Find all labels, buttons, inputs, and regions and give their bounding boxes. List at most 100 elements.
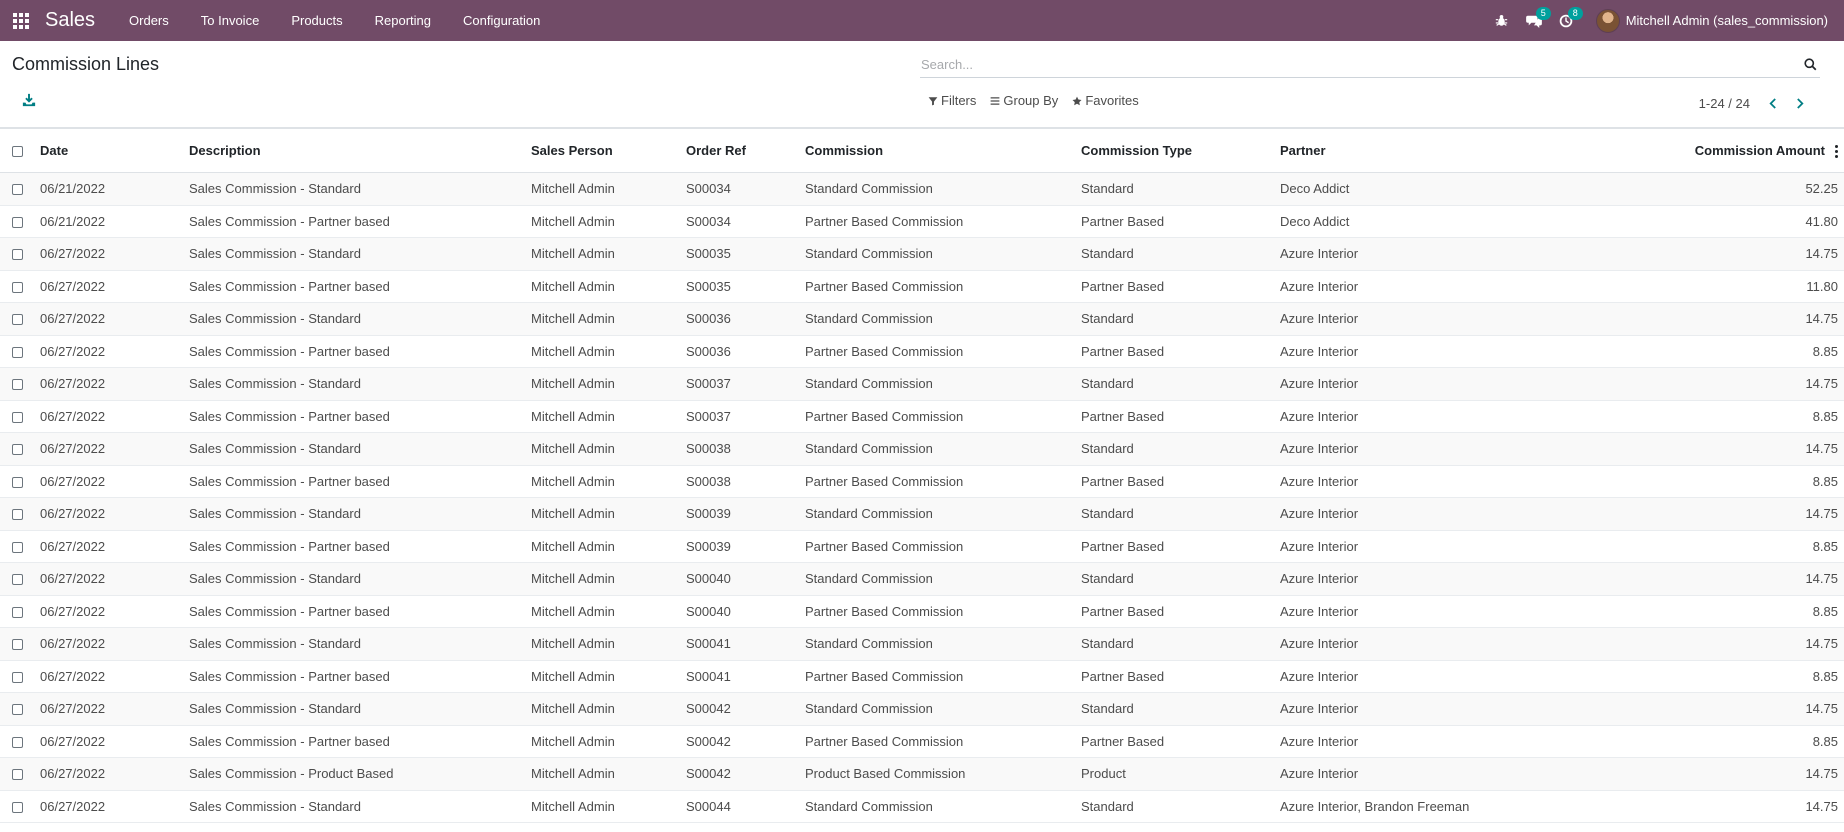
- messages-badge: 5: [1535, 7, 1551, 20]
- table-row[interactable]: 06/27/2022 Sales Commission - Partner bas…: [0, 725, 1844, 758]
- cell-order-ref: S00035: [680, 237, 799, 271]
- row-checkbox[interactable]: [12, 184, 23, 196]
- table-row[interactable]: 06/27/2022 Sales Commission - Standard Mit…: [0, 367, 1844, 401]
- table-row[interactable]: 06/27/2022 Sales Commission - Partner bas…: [0, 595, 1844, 628]
- row-checkbox[interactable]: [12, 736, 23, 748]
- column-header-partner[interactable]: Partner: [1274, 128, 1579, 173]
- row-checkbox[interactable]: [12, 314, 23, 326]
- cell-commission-type: Standard: [1075, 497, 1274, 531]
- column-header-commission-type[interactable]: Commission Type: [1075, 128, 1274, 173]
- column-header-commission-amount[interactable]: Commission Amount: [1579, 128, 1844, 173]
- cell-partner: Azure Interior: [1274, 367, 1579, 401]
- search-icon[interactable]: [1800, 54, 1820, 74]
- table-row[interactable]: 06/27/2022 Sales Commission - Partner bas…: [0, 270, 1844, 303]
- row-checkbox[interactable]: [12, 411, 23, 423]
- pager-value[interactable]: 1-24 / 24: [1699, 96, 1750, 111]
- row-checkbox[interactable]: [12, 574, 23, 586]
- table-row[interactable]: 06/27/2022 Sales Commission - Standard Mit…: [0, 497, 1844, 531]
- cell-description: Sales Commission - Partner based: [183, 335, 525, 368]
- cell-partner: Azure Interior: [1274, 595, 1579, 628]
- activities-badge: 8: [1567, 7, 1583, 20]
- table-row[interactable]: 06/27/2022 Sales Commission - Standard Mit…: [0, 790, 1844, 823]
- table-row[interactable]: 06/27/2022 Sales Commission - Standard Mit…: [0, 692, 1844, 726]
- row-checkbox[interactable]: [12, 509, 23, 521]
- cell-commission-amount: 14.75: [1579, 562, 1844, 596]
- row-checkbox[interactable]: [12, 476, 23, 488]
- row-checkbox[interactable]: [12, 671, 23, 683]
- filters-button[interactable]: Filters: [928, 93, 976, 108]
- row-checkbox[interactable]: [12, 639, 23, 651]
- cell-commission-amount: 14.75: [1579, 497, 1844, 531]
- menu-configuration[interactable]: Configuration: [447, 0, 556, 41]
- table-row[interactable]: 06/27/2022 Sales Commission - Standard Mit…: [0, 237, 1844, 271]
- row-checkbox[interactable]: [12, 541, 23, 553]
- row-checkbox[interactable]: [12, 281, 23, 293]
- cell-sales-person: Mitchell Admin: [525, 692, 680, 726]
- row-checkbox[interactable]: [12, 801, 23, 813]
- column-header-description[interactable]: Description: [183, 128, 525, 173]
- cell-commission-type: Standard: [1075, 790, 1274, 823]
- row-checkbox[interactable]: [12, 249, 23, 261]
- table-row[interactable]: 06/21/2022 Sales Commission - Standard Mit…: [0, 172, 1844, 206]
- menu-products[interactable]: Products: [275, 0, 358, 41]
- cell-sales-person: Mitchell Admin: [525, 432, 680, 466]
- row-checkbox[interactable]: [12, 216, 23, 228]
- cell-commission: Standard Commission: [799, 562, 1075, 596]
- row-checkbox[interactable]: [12, 769, 23, 781]
- column-header-sales-person[interactable]: Sales Person: [525, 128, 680, 173]
- row-checkbox[interactable]: [12, 704, 23, 716]
- cell-partner: Azure Interior: [1274, 725, 1579, 758]
- cell-date: 06/27/2022: [34, 627, 183, 661]
- pager-previous-icon[interactable]: [1758, 93, 1786, 113]
- activities-clock-icon[interactable]: 8: [1550, 0, 1583, 41]
- cell-date: 06/27/2022: [34, 432, 183, 466]
- cell-description: Sales Commission - Product Based: [183, 757, 525, 791]
- menu-reporting[interactable]: Reporting: [359, 0, 447, 41]
- download-icon[interactable]: [22, 93, 38, 109]
- table-row[interactable]: 06/27/2022 Sales Commission - Partner bas…: [0, 335, 1844, 368]
- cell-sales-person: Mitchell Admin: [525, 595, 680, 628]
- menu-to-invoice[interactable]: To Invoice: [185, 0, 276, 41]
- pager-next-icon[interactable]: [1786, 93, 1814, 113]
- cell-order-ref: S00038: [680, 432, 799, 466]
- table-row[interactable]: 06/27/2022 Sales Commission - Partner bas…: [0, 660, 1844, 693]
- control-panel: Commission Lines Filters Group By Favori…: [0, 41, 1844, 128]
- cell-sales-person: Mitchell Admin: [525, 335, 680, 368]
- menu-orders[interactable]: Orders: [113, 0, 185, 41]
- table-row[interactable]: 06/27/2022 Sales Commission - Partner bas…: [0, 400, 1844, 433]
- optional-columns-icon[interactable]: [1835, 145, 1838, 159]
- cell-date: 06/27/2022: [34, 660, 183, 693]
- user-menu[interactable]: Mitchell Admin (sales_commission): [1595, 8, 1828, 33]
- row-checkbox[interactable]: [12, 379, 23, 391]
- groupby-label: Group By: [1003, 93, 1059, 108]
- table-row[interactable]: 06/27/2022 Sales Commission - Standard Mit…: [0, 432, 1844, 466]
- cell-description: Sales Commission - Partner based: [183, 660, 525, 693]
- cell-sales-person: Mitchell Admin: [525, 660, 680, 693]
- column-header-order-ref[interactable]: Order Ref: [680, 128, 799, 173]
- row-checkbox[interactable]: [12, 346, 23, 358]
- cell-date: 06/27/2022: [34, 595, 183, 628]
- debug-bug-icon[interactable]: [1486, 0, 1518, 41]
- table-row[interactable]: 06/27/2022 Sales Commission - Standard Mit…: [0, 562, 1844, 596]
- table-row[interactable]: 06/27/2022 Sales Commission - Standard Mit…: [0, 627, 1844, 661]
- column-header-date[interactable]: Date: [34, 128, 183, 173]
- table-row[interactable]: 06/27/2022 Sales Commission - Product Bas…: [0, 757, 1844, 791]
- table-row[interactable]: 06/21/2022 Sales Commission - Partner bas…: [0, 205, 1844, 238]
- app-brand[interactable]: Sales: [45, 9, 95, 32]
- favorites-label: Favorites: [1085, 93, 1139, 108]
- row-checkbox[interactable]: [12, 444, 23, 456]
- table-row[interactable]: 06/27/2022 Sales Commission - Standard Mit…: [0, 302, 1844, 336]
- table-row[interactable]: 06/27/2022 Sales Commission - Partner bas…: [0, 530, 1844, 563]
- cell-order-ref: S00036: [680, 302, 799, 336]
- row-checkbox[interactable]: [12, 606, 23, 618]
- table-row[interactable]: 06/27/2022 Sales Commission - Partner bas…: [0, 465, 1844, 498]
- messages-icon[interactable]: 5: [1518, 0, 1551, 41]
- page-title: Commission Lines: [12, 54, 160, 74]
- column-header-commission[interactable]: Commission: [799, 128, 1075, 173]
- search-input[interactable]: [920, 56, 1801, 72]
- favorites-button[interactable]: Favorites: [1072, 93, 1139, 108]
- groupby-button[interactable]: Group By: [990, 93, 1058, 108]
- commission-amount-label: Commission Amount: [1694, 142, 1825, 158]
- select-all-checkbox[interactable]: [12, 146, 23, 158]
- apps-menu-icon[interactable]: [1, 0, 41, 41]
